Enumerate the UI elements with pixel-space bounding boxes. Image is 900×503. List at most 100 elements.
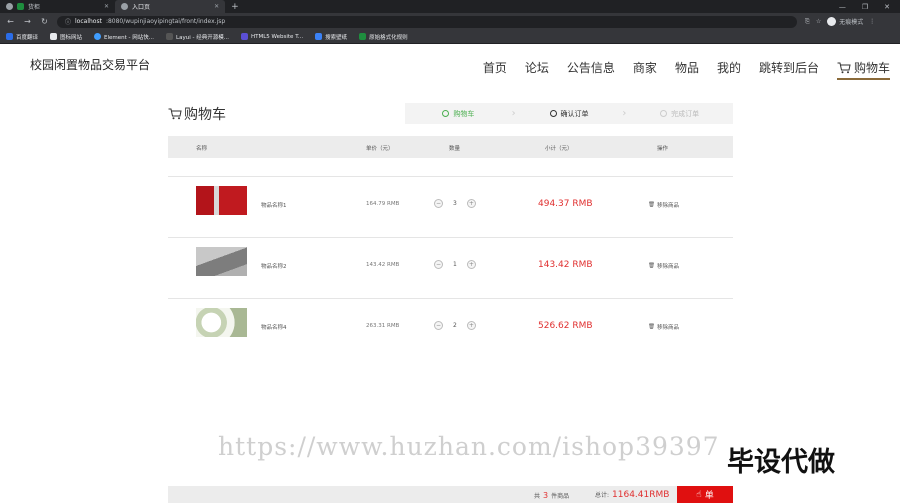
step-circle-icon: [442, 110, 450, 117]
nav-announcements[interactable]: 公告信息: [567, 59, 615, 80]
tab-favicon: [17, 3, 24, 10]
url-field[interactable]: ⓘ localhost:8080/wupinjiaoyipingtai/fron…: [57, 15, 797, 28]
watermark-badge: 毕设代做: [727, 447, 835, 478]
browser-tabbar: 货柜 ✕ 入口页 ✕ + — ❐ ✕: [0, 0, 900, 13]
product-image[interactable]: [196, 186, 247, 215]
column-header: 小计（元）: [545, 146, 573, 152]
row-subtotal: 143.42 RMB: [538, 260, 593, 270]
step-confirm: 确认订单: [516, 109, 623, 119]
remove-item-button[interactable]: 🗑 移除商品: [648, 323, 679, 331]
watermark-url: https://www.huzhan.com/ishop39397: [218, 432, 720, 461]
quantity-stepper: − 3 +: [434, 199, 476, 208]
window-close-icon[interactable]: ✕: [884, 3, 890, 11]
nav-items[interactable]: 物品: [675, 59, 699, 80]
product-image[interactable]: [196, 308, 247, 337]
bookmark-icon: [240, 33, 248, 40]
bookmark-icon: [94, 33, 102, 40]
nav-cart-label: 购物车: [853, 61, 890, 75]
product-image[interactable]: [196, 247, 247, 276]
quantity-value: 3: [453, 200, 457, 207]
row-subtotal: 526.62 RMB: [538, 321, 593, 331]
product-name[interactable]: 物品名称4: [261, 323, 287, 331]
menu-icon[interactable]: ⋮: [869, 18, 875, 25]
bookmark-icon: [50, 33, 58, 40]
cart-row: 物品名称1 164.79 RMB − 3 + 494.37 RMB 🗑 移除商品: [168, 176, 733, 237]
product-name[interactable]: 物品名称1: [261, 201, 287, 209]
bookmark-item[interactable]: Layui - 经典开源模...: [166, 33, 229, 41]
minus-button[interactable]: −: [434, 199, 443, 208]
bookmark-item[interactable]: 图标网站: [50, 33, 82, 41]
bookmark-icon: [166, 33, 174, 40]
column-header: 操作: [657, 146, 669, 152]
item-count-value: 3: [543, 491, 549, 500]
bookmark-item[interactable]: HTML5 Website T...: [240, 33, 303, 40]
window-controls: — ❐ ✕: [839, 3, 900, 11]
star-icon[interactable]: ☆: [816, 18, 821, 25]
cart-total-value: 1164.41RMB: [612, 490, 670, 500]
remove-item-button[interactable]: 🗑 移除商品: [648, 262, 679, 270]
remove-item-button[interactable]: 🗑 移除商品: [648, 201, 679, 209]
forward-icon[interactable]: →: [23, 17, 32, 26]
bookmark-item[interactable]: 原始格式化规则: [359, 33, 408, 41]
bookmark-icon: [315, 33, 323, 40]
new-tab-button[interactable]: +: [231, 2, 239, 12]
item-count: 共 3 件商品: [534, 491, 570, 500]
main-nav: 首页 论坛 公告信息 商家 物品 我的 跳转到后台 购物车: [483, 59, 890, 80]
site-title: 校园闲置物品交易平台: [30, 58, 151, 72]
nav-home[interactable]: 首页: [483, 59, 507, 80]
close-icon[interactable]: ✕: [104, 3, 109, 10]
tab-title: 入口页: [132, 4, 151, 11]
unit-price: 263.31 RMB: [366, 323, 400, 329]
nav-cart[interactable]: 购物车: [836, 59, 890, 80]
minus-button[interactable]: −: [434, 321, 443, 330]
close-icon[interactable]: ✕: [214, 3, 219, 10]
checkout-button[interactable]: ☝ 单: [677, 486, 733, 503]
address-bar: ← → ↻ ⓘ localhost:8080/wupinjiaoyipingta…: [0, 13, 900, 30]
quantity-stepper: − 2 +: [434, 321, 476, 330]
profile-label: 无痕模式: [839, 19, 864, 26]
cart-row: 物品名称4 263.31 RMB − 2 + 526.62 RMB 🗑 移除商品: [168, 298, 733, 359]
restore-icon[interactable]: ❐: [862, 3, 868, 11]
row-subtotal: 494.37 RMB: [538, 199, 593, 209]
reload-icon[interactable]: ↻: [40, 17, 49, 26]
quantity-stepper: − 1 +: [434, 260, 476, 269]
back-icon[interactable]: ←: [6, 17, 15, 26]
plus-button[interactable]: +: [466, 199, 476, 208]
nav-admin[interactable]: 跳转到后台: [759, 59, 819, 80]
profile-button[interactable]: 无痕模式: [827, 17, 863, 26]
nav-forum[interactable]: 论坛: [525, 59, 549, 80]
translate-icon[interactable]: ⎘: [805, 18, 810, 26]
column-header: 名称: [196, 146, 208, 152]
step-circle-icon: [549, 110, 557, 117]
info-icon: ⓘ: [65, 19, 72, 26]
minus-button[interactable]: −: [434, 260, 443, 269]
cart-table-header: 名称 单价（元） 数量 小计（元） 操作: [168, 136, 733, 158]
cart-title-text: 购物车: [184, 107, 226, 123]
trash-icon: 🗑: [648, 324, 655, 330]
bookmark-item[interactable]: 搜索壁纸: [315, 33, 347, 41]
plus-button[interactable]: +: [466, 321, 476, 330]
plus-button[interactable]: +: [466, 260, 476, 269]
product-name[interactable]: 物品名称2: [261, 262, 287, 270]
cart-icon: [837, 62, 851, 73]
nav-mine[interactable]: 我的: [717, 59, 741, 80]
step-circle-icon: [660, 110, 668, 117]
cart-icon: [168, 108, 182, 120]
step-complete: 完成订单: [626, 109, 733, 119]
trash-icon: 🗑: [648, 263, 655, 269]
cart-row: 物品名称2 143.42 RMB − 1 + 143.42 RMB 🗑 移除商品: [168, 237, 733, 298]
bookmark-item[interactable]: 百度翻译: [6, 33, 38, 41]
minimize-icon[interactable]: —: [839, 3, 846, 11]
tab-title: 货柜: [28, 4, 41, 11]
quantity-value: 2: [453, 322, 457, 329]
globe-icon: [121, 3, 129, 10]
pointer-icon: ☝: [696, 489, 702, 500]
bookmark-item[interactable]: Element - 网站快...: [94, 33, 154, 41]
browser-tab-active[interactable]: 入口页 ✕: [115, 0, 226, 13]
column-header: 数量: [449, 146, 461, 152]
browser-tab[interactable]: 货柜 ✕: [0, 0, 115, 13]
unit-price: 143.42 RMB: [366, 262, 400, 268]
nav-merchants[interactable]: 商家: [633, 59, 657, 80]
bookmark-icon: [6, 33, 13, 40]
incognito-icon: [827, 17, 837, 26]
